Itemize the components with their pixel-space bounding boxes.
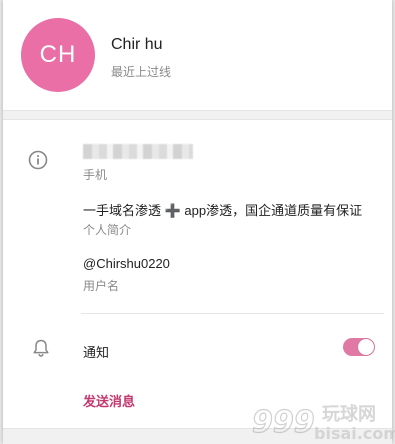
notifications-label: 通知 [83,345,110,360]
username-text[interactable]: @Chirshu0220 [83,256,170,271]
profile-name: Chir hu [111,36,163,53]
toggle-knob [358,339,374,355]
bio-text: 一手域名渗透 ➕ app渗透，国企通道质量有保证 [83,203,363,218]
profile-panel: CH Chir hu 最近上过线 手机 一手域名渗透 ➕ app渗透，国企通道质… [3,0,392,444]
info-icon [28,150,48,170]
profile-header: CH Chir hu 最近上过线 [3,0,392,110]
last-seen-status: 最近上过线 [111,65,172,79]
notifications-toggle[interactable] [343,338,375,356]
bio-label: 个人简介 [83,223,132,237]
avatar[interactable]: CH [21,18,95,92]
phone-number-redacted [83,144,193,159]
section-separator [3,110,392,120]
bell-icon [33,339,49,357]
send-message-button[interactable]: 发送消息 [83,391,135,410]
panel-footer [3,428,392,444]
divider [81,313,384,314]
username-label: 用户名 [83,279,120,293]
phone-label: 手机 [83,168,108,182]
